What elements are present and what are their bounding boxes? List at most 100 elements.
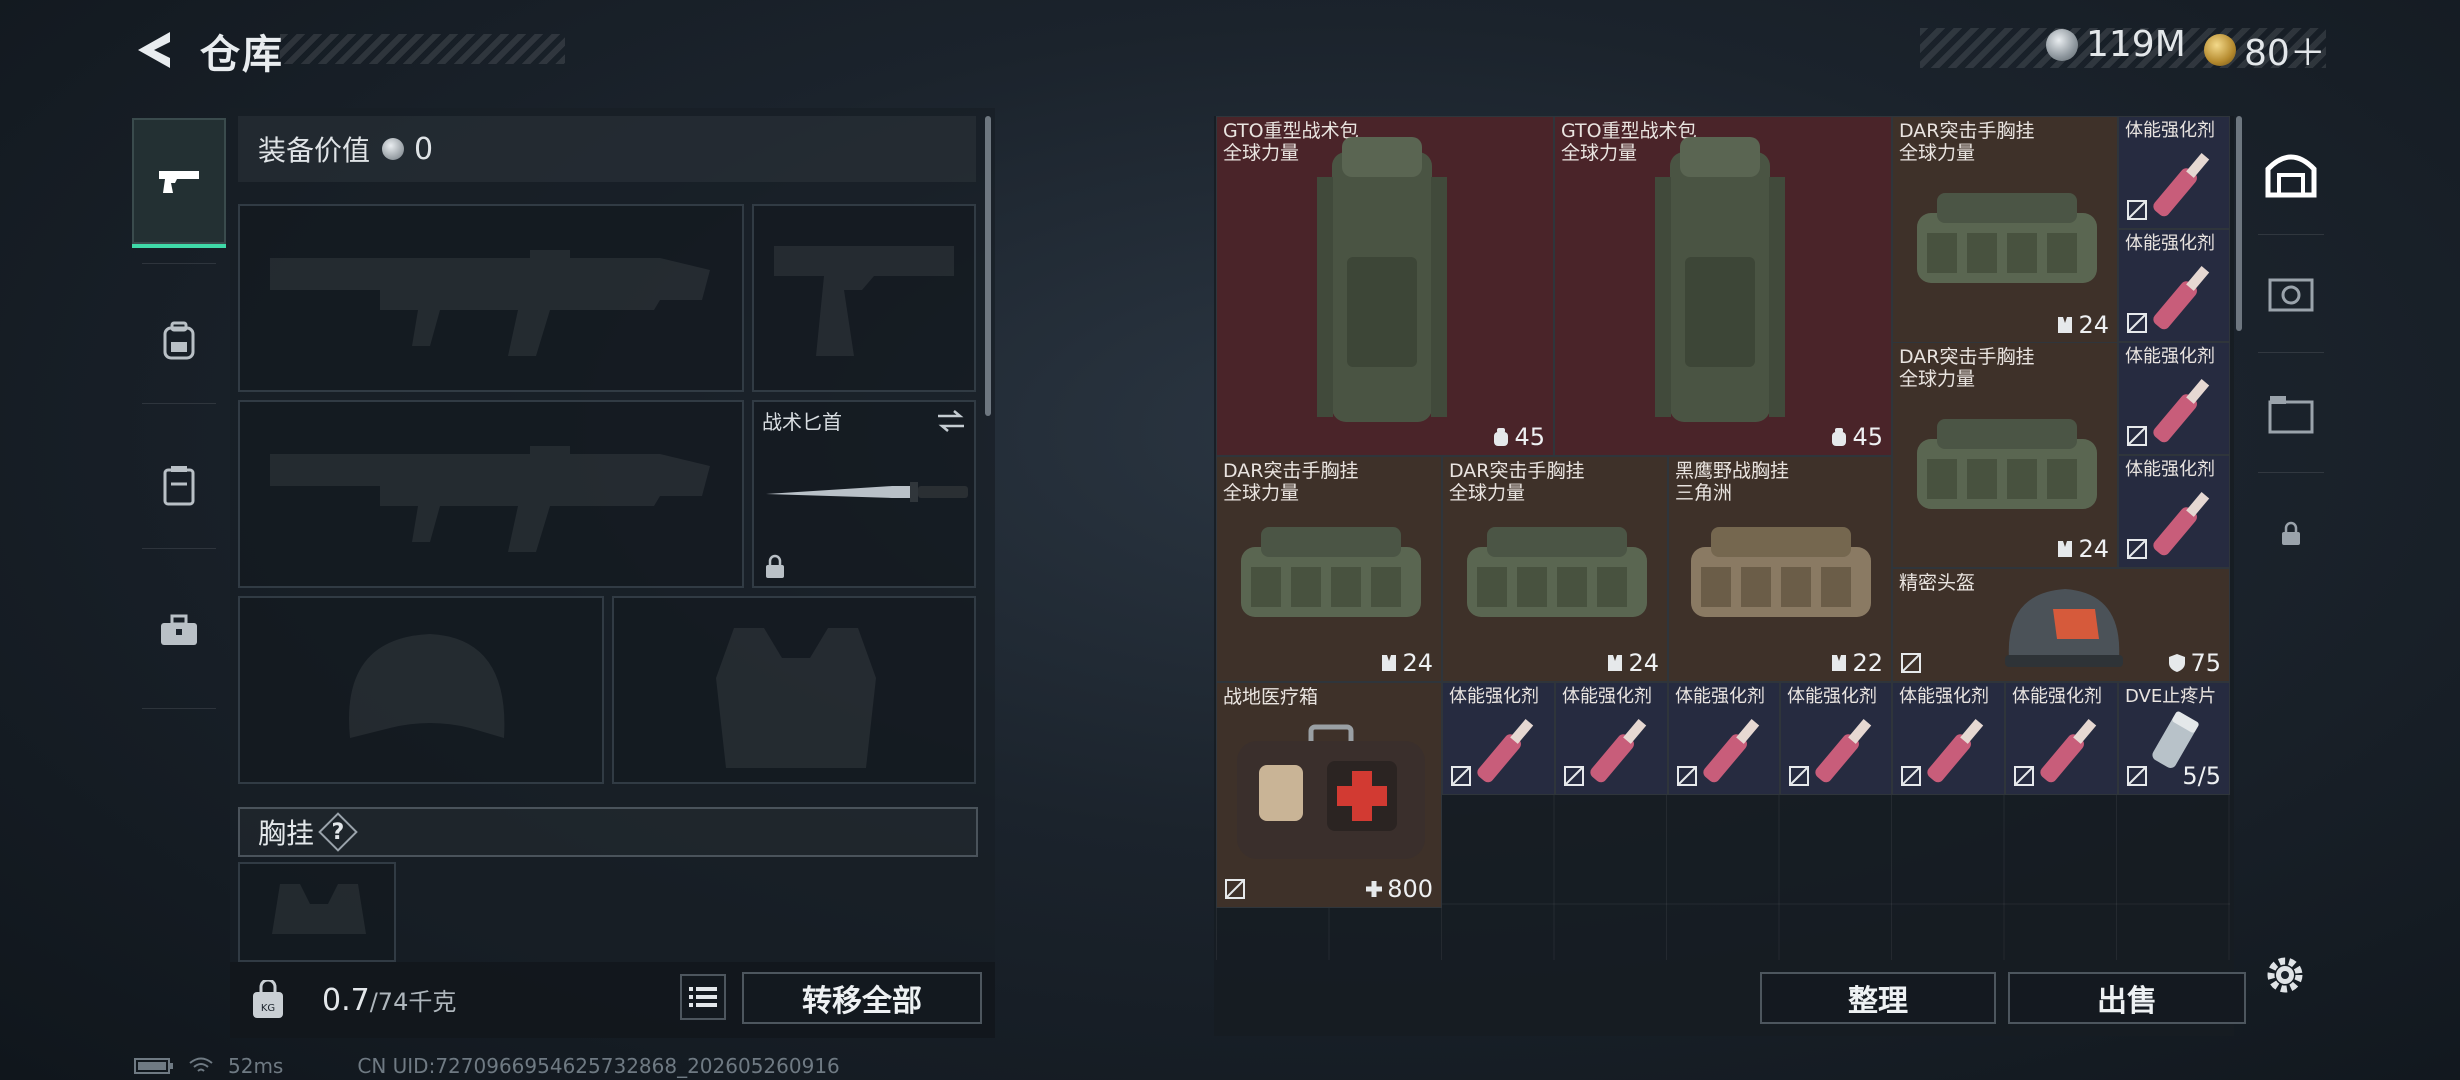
helmet-icon [2005,589,2123,667]
item-stim-syringe[interactable]: 体能强化剂 [1892,682,2005,795]
item-capacity: 45 [1492,423,1545,451]
currency-secondary-value: 80＋ [2244,33,2326,74]
lock-icon [766,554,784,578]
item-subtitle: 全球力量 [1223,142,1300,164]
user-uid: CN UID:7270966954625732868_202605260916 [357,1054,840,1078]
item-stim-syringe[interactable]: 体能强化剂 [1668,682,1780,795]
item-name: DAR突击手胸挂 [1899,120,2035,142]
item-stim-syringe[interactable]: 体能强化剂 [2118,342,2230,455]
item-subtitle: 三角洲 [1675,482,1733,504]
backpack-capacity-icon [1494,428,1509,446]
equipment-value: 0 [414,131,434,167]
item-stim-syringe[interactable]: 体能强化剂 [1780,682,1892,795]
item-stim-syringe[interactable]: 体能强化剂 [2118,229,2230,342]
loadout-scrollbar[interactable] [985,116,991,416]
item-dar-rig[interactable]: DAR突击手胸挂 全球力量 24 [1892,342,2118,568]
no-insurance-icon [2127,766,2147,786]
item-subtitle: 全球力量 [1449,482,1526,504]
help-icon[interactable]: ? [318,812,358,852]
settings-gear-icon[interactable] [2262,952,2308,998]
tab-safebox[interactable] [2250,236,2332,352]
pistol-icon [159,171,199,193]
triangle-coin-icon [2204,34,2236,66]
medkit-icon [1237,724,1425,859]
item-subtitle: 全球力量 [1223,482,1300,504]
weight-max: /74千克 [369,988,457,1016]
no-insurance-icon [1901,653,1921,673]
warehouse-icon [2265,154,2317,198]
body-armor-slot[interactable] [612,596,976,784]
item-capacity: 24 [2056,535,2109,563]
knife-label: 战术匕首 [762,410,842,434]
helmet-slot[interactable] [238,596,604,784]
item-dve-painkillers[interactable]: DVE止疼片 5/5 [2118,682,2230,795]
no-insurance-icon [2127,200,2147,220]
currency-secondary[interactable]: 80＋ [2204,24,2326,76]
sidearm-slot[interactable] [752,204,976,392]
vest-silhouette-icon [716,628,876,768]
secondary-weapon-slot[interactable] [238,400,744,588]
tab-armor[interactable] [132,423,226,549]
sell-button[interactable]: 出售 [2008,972,2246,1024]
item-capacity: 24 [1380,649,1433,677]
item-subtitle: 全球力量 [1899,368,1976,390]
list-view-button[interactable] [680,974,726,1020]
chest-rig-icon [1467,527,1647,617]
item-dar-rig[interactable]: DAR突击手胸挂 全球力量 24 [1442,456,1668,682]
item-name: 黑鹰野战胸挂 [1675,460,1790,482]
item-field-medkit[interactable]: 战地医疗箱 800 [1216,682,1442,908]
tab-locked[interactable] [2250,476,2332,592]
status-bar: 52ms CN UID:7270966954625732868_20260526… [134,1054,840,1078]
rig-capacity-icon [1608,655,1623,671]
item-name: DAR突击手胸挂 [1449,460,1585,482]
item-blackhawk-rig[interactable]: 黑鹰野战胸挂 三角洲 22 [1668,456,1892,682]
item-dar-rig[interactable]: DAR突击手胸挂 全球力量 24 [1216,456,1442,682]
backpack-icon [163,321,195,360]
item-precision-helmet[interactable]: 精密头盔 75 [1892,568,2230,682]
no-insurance-icon [2127,426,2147,446]
page-title: 仓库 [200,32,284,78]
rig-capacity-icon [2058,317,2073,333]
weight-current: 0.7 [322,983,370,1018]
tab-weapons[interactable] [132,118,226,248]
swap-icon[interactable] [936,408,966,434]
item-stim-syringe[interactable]: 体能强化剂 [1442,682,1555,795]
item-stim-syringe[interactable]: 体能强化剂 [2118,116,2230,229]
item-stim-syringe[interactable]: 体能强化剂 [2005,682,2118,795]
knife-slot[interactable]: 战术匕首 [752,400,976,588]
item-stim-syringe[interactable]: 体能强化剂 [1555,682,1668,795]
item-subtitle: 全球力量 [1561,142,1638,164]
primary-weapon-slot[interactable] [238,204,744,392]
chest-rig-icon [1691,527,1871,617]
tab-toolbox[interactable] [132,568,226,694]
title-decoration [280,34,565,64]
warehouse-scrollbar[interactable] [2236,116,2242,331]
tab-expansion[interactable] [2250,356,2332,472]
no-insurance-icon [1677,766,1697,786]
item-capacity: 22 [1830,649,1883,677]
rig-capacity-icon [2058,541,2073,557]
tab-warehouse[interactable] [2250,116,2332,232]
lock-icon [2282,521,2300,545]
chest-rig-slot[interactable] [238,862,396,962]
item-name: DAR突击手胸挂 [1223,460,1359,482]
sort-button[interactable]: 整理 [1760,972,1996,1024]
heal-plus-icon [1366,881,1383,897]
weight-readout: 0.7/74千克 [322,982,456,1018]
pistol-silhouette-icon [774,246,954,356]
item-dar-rig[interactable]: DAR突击手胸挂 全球力量 24 [1892,116,2118,344]
item-durability: 75 [2168,649,2221,677]
rifle-silhouette-icon [270,250,710,356]
storage-tabs [2250,116,2332,596]
back-icon[interactable] [130,28,178,72]
no-insurance-icon [2127,313,2147,333]
currency-primary[interactable]: 119M [2046,24,2186,65]
item-gto-backpack[interactable]: GTO重型战术包 全球力量 45 [1554,116,1892,456]
item-stim-syringe[interactable]: 体能强化剂 [2118,455,2230,568]
tab-backpack[interactable] [132,278,226,404]
backpack-capacity-icon [1832,428,1847,446]
item-capacity: 45 [1830,423,1883,451]
item-name: DAR突击手胸挂 [1899,346,2035,368]
transfer-all-button[interactable]: 转移全部 [742,972,982,1024]
item-gto-backpack[interactable]: GTO重型战术包 全球力量 45 [1216,116,1554,456]
